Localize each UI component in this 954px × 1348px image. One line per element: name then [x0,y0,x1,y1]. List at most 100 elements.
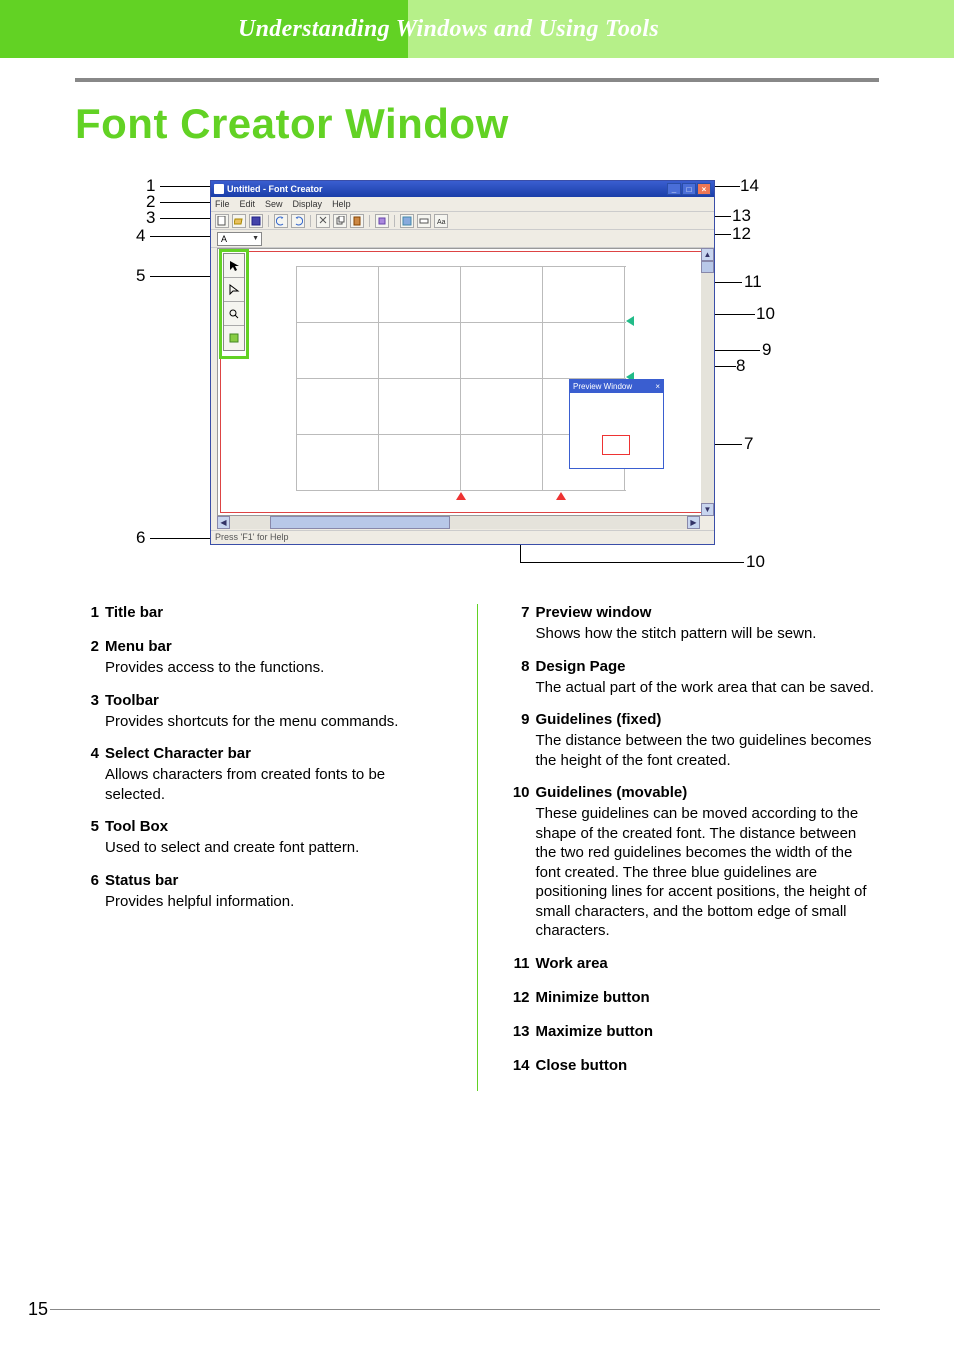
legend-item: 6Status barProvides helpful information. [75,872,449,912]
legend-item: 8Design PageThe actual part of the work … [506,658,880,698]
toolbar-separator [268,215,269,227]
menu-bar: File Edit Sew Display Help [211,197,714,212]
grid-line [296,266,626,267]
scroll-track[interactable] [701,261,714,503]
legend-right-column: 7Preview windowShows how the stitch patt… [506,604,880,1091]
legend-item: 11Work area [506,955,880,975]
legend-description: Shows how the stitch pattern will be sew… [536,624,880,644]
open-icon[interactable] [232,214,246,228]
legend-item: 10Guidelines (movable)These guidelines c… [506,784,880,941]
legend-item: 13Maximize button [506,1023,880,1043]
close-button[interactable]: × [697,183,711,195]
new-icon[interactable] [215,214,229,228]
tool-icon[interactable]: Aa [434,214,448,228]
legend-item: 12Minimize button [506,989,880,1009]
page-title: Font Creator Window [75,100,879,148]
horizontal-scrollbar[interactable]: ◀ ▶ [217,516,700,529]
menu-help[interactable]: Help [332,199,351,209]
toolbar-separator [394,215,395,227]
legend-title: Tool Box [105,818,449,835]
callout-10b: 10 [746,552,765,572]
leader-line [715,186,740,187]
legend-body: Guidelines (fixed)The distance between t… [536,711,880,770]
menu-file[interactable]: File [215,199,230,209]
legend-item: 3ToolbarProvides shortcuts for the menu … [75,692,449,732]
pointer-tool-icon[interactable] [224,254,244,278]
callout-14: 14 [740,176,759,196]
legend-body: Maximize button [536,1023,880,1043]
preview-window[interactable]: Preview Window × [569,379,664,469]
legend-number: 5 [75,818,99,858]
scroll-track[interactable] [230,516,687,529]
legend-title: Design Page [536,658,880,675]
menu-display[interactable]: Display [293,199,323,209]
draw-tool-icon[interactable] [224,326,244,350]
minimize-button[interactable]: _ [667,183,681,195]
legend-item: 7Preview windowShows how the stitch patt… [506,604,880,644]
legend-body: Guidelines (movable)These guidelines can… [536,784,880,941]
app-window: Untitled - Font Creator _ □ × File Edit … [210,180,715,545]
legend-title: Maximize button [536,1023,880,1040]
legend-number: 14 [506,1057,530,1077]
tool-icon[interactable] [400,214,414,228]
preview-window-titlebar: Preview Window × [570,380,663,393]
legend-divider [477,604,478,1091]
tool-icon[interactable] [417,214,431,228]
legend-item: 4Select Character barAllows characters f… [75,745,449,804]
tool-icon[interactable] [375,214,389,228]
annotated-screenshot: 1 2 3 4 5 6 14 13 12 11 10 9 8 7 10 Unti… [160,176,780,576]
legend-number: 10 [506,784,530,941]
scroll-thumb[interactable] [270,516,450,529]
character-selected: A [221,234,227,244]
legend-body: Status barProvides helpful information. [105,872,449,912]
preview-close-icon[interactable]: × [655,382,660,391]
preview-window-title: Preview Window [573,382,632,391]
zoom-tool-icon[interactable] [224,302,244,326]
callout-7: 7 [744,434,753,454]
leader-line [150,538,210,539]
leader-line [520,562,744,563]
legend-description: These guidelines can be moved according … [536,804,880,941]
scroll-thumb[interactable] [701,261,714,273]
title-bar-text: Untitled - Font Creator [227,184,667,194]
guideline-marker-icon[interactable] [556,492,566,500]
menu-edit[interactable]: Edit [240,199,256,209]
guideline-marker-icon[interactable] [626,316,634,326]
character-dropdown[interactable]: A [217,232,262,246]
legend-title: Title bar [105,604,449,621]
select-tool-icon[interactable] [224,278,244,302]
status-bar: Press 'F1' for Help [211,530,714,544]
maximize-button[interactable]: □ [682,183,696,195]
paste-icon[interactable] [350,214,364,228]
legend-title: Select Character bar [105,745,449,762]
legend-description: Allows characters from created fonts to … [105,765,449,804]
guideline-marker-icon[interactable] [456,492,466,500]
callout-3: 3 [146,208,155,228]
callout-11: 11 [744,272,762,292]
legend-description: The distance between the two guidelines … [536,731,880,770]
header-light-block: Understanding Windows and Using Tools [408,0,954,58]
undo-icon[interactable] [274,214,288,228]
chapter-header: Understanding Windows and Using Tools [0,0,954,58]
toolbar-separator [310,215,311,227]
legend-body: Title bar [105,604,449,624]
toolbar-separator [369,215,370,227]
scroll-left-icon[interactable]: ◀ [217,516,230,529]
legend-item: 1Title bar [75,604,449,624]
cut-icon[interactable] [316,214,330,228]
scroll-up-icon[interactable]: ▲ [701,248,714,261]
scroll-right-icon[interactable]: ▶ [687,516,700,529]
grid-line [296,490,626,491]
leader-line [150,276,215,277]
callout-6: 6 [136,528,145,548]
menu-sew[interactable]: Sew [265,199,283,209]
legend-body: Design PageThe actual part of the work a… [536,658,880,698]
redo-icon[interactable] [291,214,305,228]
save-icon[interactable] [249,214,263,228]
vertical-scrollbar[interactable]: ▲ ▼ [701,248,714,516]
legend-number: 3 [75,692,99,732]
preview-rect [602,435,630,455]
scroll-down-icon[interactable]: ▼ [701,503,714,516]
legend-item: 9Guidelines (fixed)The distance between … [506,711,880,770]
copy-icon[interactable] [333,214,347,228]
